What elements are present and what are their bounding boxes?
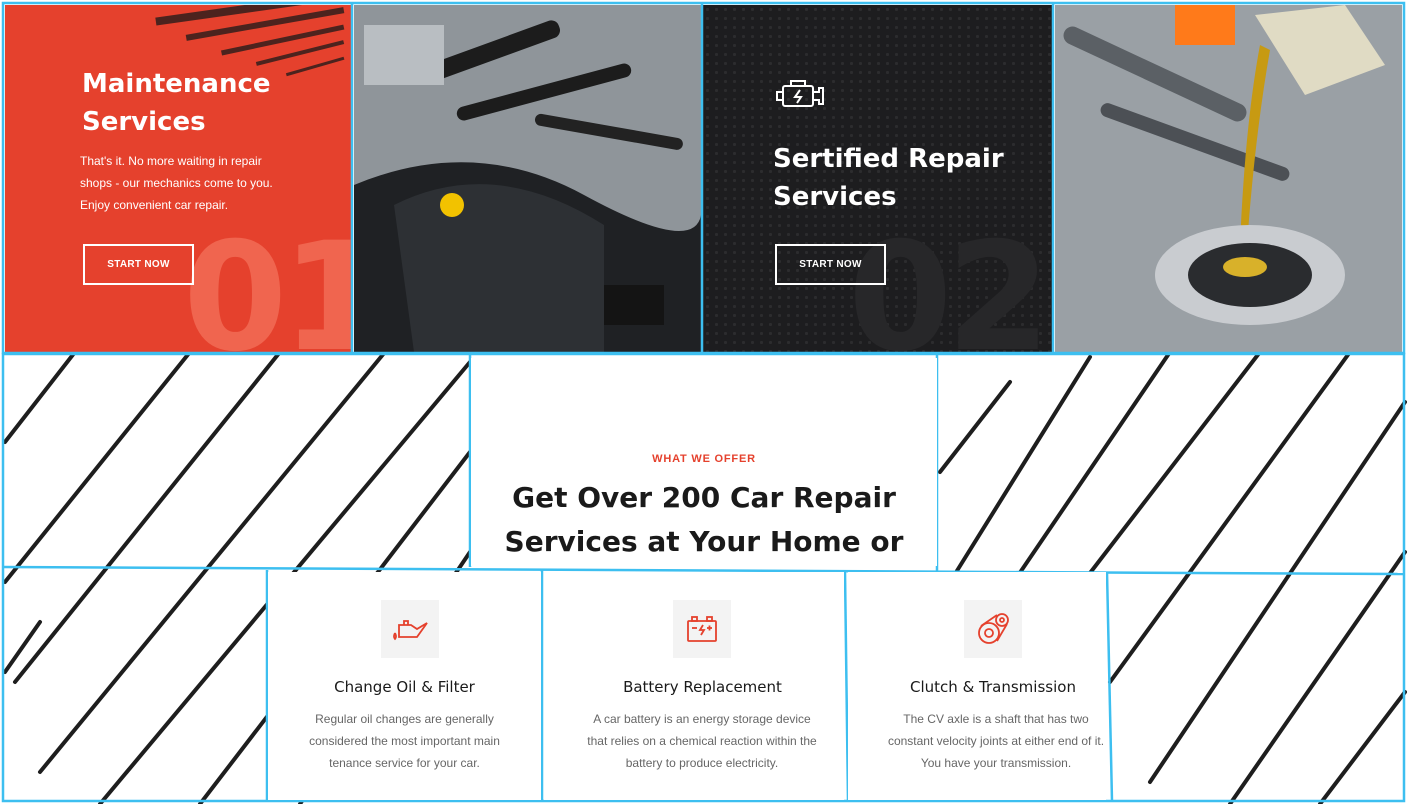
service-card[interactable]: Battery Replacement A car battery is an …: [544, 572, 844, 800]
gear-belt-icon: [964, 600, 1022, 658]
service-card[interactable]: Clutch & Transmission The CV axle is a s…: [848, 572, 1106, 800]
service-card[interactable]: Change Oil & Filter Regular oil changes …: [268, 572, 541, 800]
section-eyebrow: WHAT WE OFFER: [652, 453, 756, 465]
top-frame-lines: [1, 1, 1406, 355]
service-title: Clutch & Transmission: [910, 678, 1076, 696]
offer-heading-section: WHAT WE OFFER Get Over 200 Car Repair Se…: [471, 358, 937, 602]
headline-line-1: Get Over 200 Car Repair: [512, 481, 896, 514]
service-description: A car battery is an energy storage devic…: [587, 712, 817, 770]
oil-can-icon: [381, 600, 439, 658]
service-title: Change Oil & Filter: [334, 678, 475, 696]
battery-icon: [673, 600, 731, 658]
service-title: Battery Replacement: [623, 678, 782, 696]
service-description: The CV axle is a shaft that has two cons…: [887, 712, 1105, 770]
service-description: Regular oil changes are generally consid…: [309, 712, 500, 770]
